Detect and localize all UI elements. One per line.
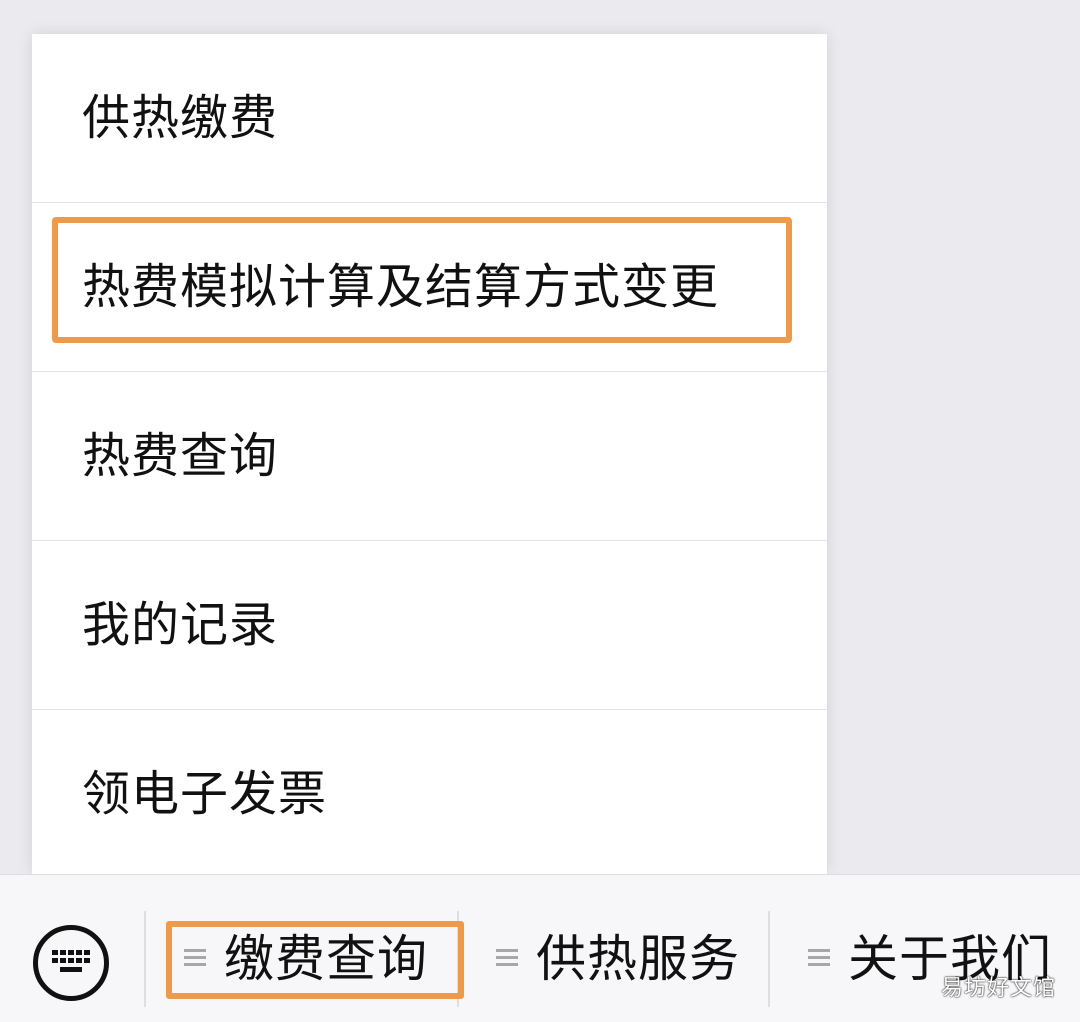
menu-item-my-records[interactable]: 我的记录 (32, 541, 827, 709)
divider (768, 911, 770, 1007)
menu-item-label: 热费查询 (82, 428, 279, 484)
menu-item-label: 我的记录 (82, 597, 279, 653)
tab-label: 供热服务 (536, 930, 740, 988)
menu-item-label: 热费模拟计算及结算方式变更 (82, 259, 720, 315)
tab-label: 缴费查询 (224, 930, 428, 988)
menu-item-label: 供热缴费 (82, 90, 279, 146)
menu-lines-icon (808, 947, 830, 969)
menu-item-fee-simulation[interactable]: 热费模拟计算及结算方式变更 (32, 203, 827, 371)
divider (457, 911, 459, 1007)
menu-item-e-invoice[interactable]: 领电子发票 (32, 710, 827, 878)
keyboard-toggle-button[interactable] (33, 925, 109, 1001)
popup-menu: 供热缴费 热费模拟计算及结算方式变更 热费查询 我的记录 领电子发票 (32, 34, 827, 874)
menu-item-label: 领电子发票 (82, 766, 328, 822)
keyboard-icon (52, 950, 90, 976)
watermark: 易坊好文馆 (940, 976, 1056, 1001)
bottom-menu-bar: 缴费查询 供热服务 关于我们 易坊好文馆 (0, 874, 1080, 1022)
menu-lines-icon (496, 947, 518, 969)
menu-item-fee-query[interactable]: 热费查询 (32, 372, 827, 540)
menu-lines-icon (184, 947, 206, 969)
tab-payment-query[interactable]: 缴费查询 (166, 911, 458, 1007)
tab-heating-service[interactable]: 供热服务 (470, 911, 766, 1007)
divider (144, 911, 146, 1007)
menu-item-heating-payment[interactable]: 供热缴费 (32, 34, 827, 202)
